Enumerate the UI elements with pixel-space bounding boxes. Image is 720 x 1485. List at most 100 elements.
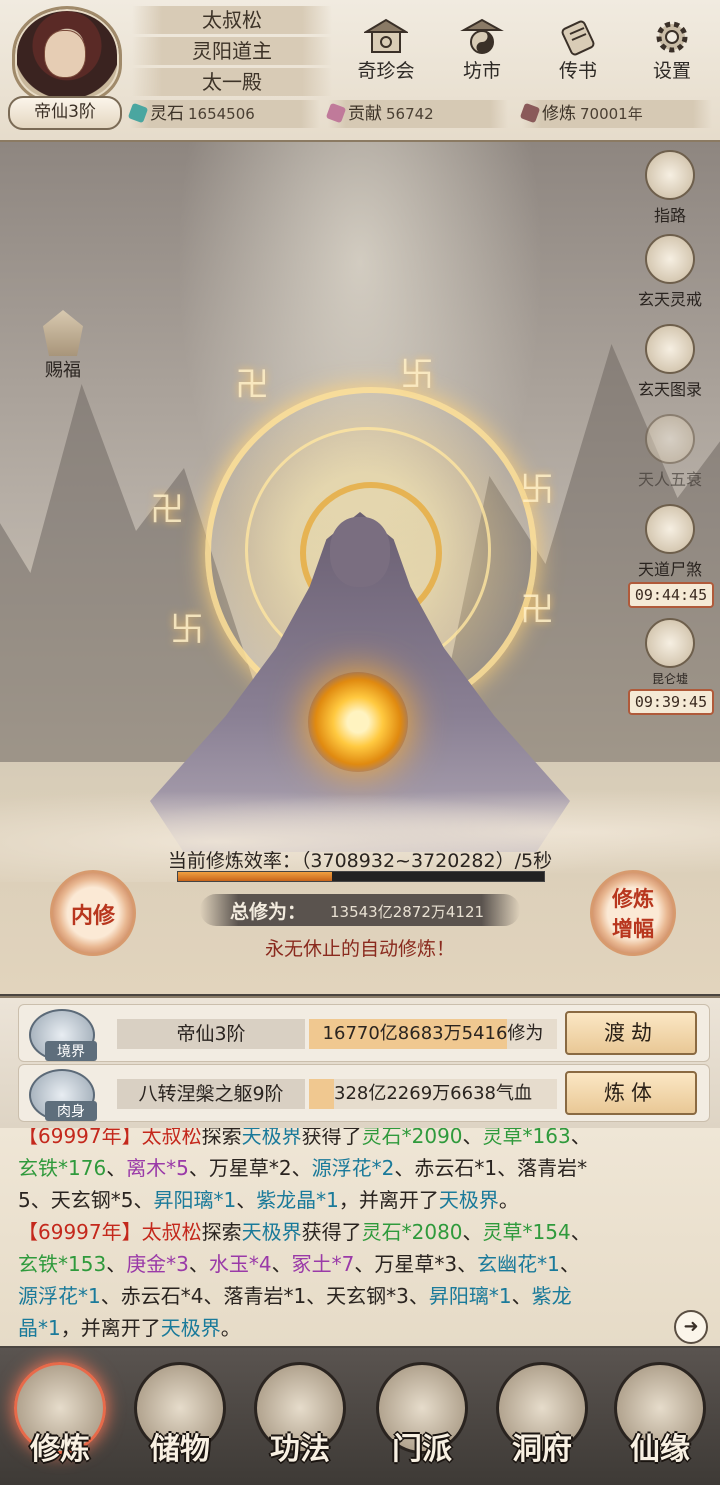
- blessing-label: 赐福: [45, 360, 81, 381]
- cultivation-years-value: 70001年: [580, 105, 643, 123]
- xuantian-ring-label: 玄天灵戒: [637, 290, 702, 309]
- nav-technique[interactable]: 功法: [248, 1362, 352, 1476]
- player-rank-badge: 帝仙3阶: [8, 96, 122, 130]
- avatar-face: [44, 30, 86, 78]
- nav-sect-label: 门派: [392, 1432, 452, 1467]
- spirit-stone-counter: 灵石 1654506: [127, 100, 320, 128]
- body-name: 八转涅槃之躯9阶: [117, 1079, 305, 1109]
- incense-burner-icon: [43, 310, 83, 356]
- body-tag: 肉身: [45, 1101, 97, 1121]
- rune-glyph: 卍: [150, 490, 184, 530]
- player-title: 灵阳道主: [132, 37, 332, 65]
- realm-tag: 境界: [45, 1041, 97, 1061]
- nav-storage[interactable]: 储物: [128, 1362, 232, 1476]
- body-row: 肉身 八转涅槃之躯9阶 328亿2269万6638气血 炼体: [18, 1064, 710, 1122]
- kunlun-ruins-button[interactable]: 昆仑墟 09:39:45: [628, 618, 714, 715]
- body-value: 328亿2269万6638气血: [334, 1083, 532, 1104]
- rune-glyph: 卍: [520, 590, 554, 630]
- log-line: 源浮花*1、赤云石*4、落青岩*1、天玄钢*3、昇阳璃*1、紫龙: [18, 1284, 572, 1308]
- realm-row: 境界 帝仙3阶 16770亿8683万5416修为 渡劫: [18, 1004, 710, 1062]
- buddha-icon: [645, 414, 695, 464]
- market-icon: [460, 18, 504, 54]
- nav-fate-label: 仙缘: [630, 1432, 690, 1467]
- cultivation-years-icon: [519, 102, 541, 124]
- cultivation-efficiency: 当前修炼效率：（3708932~3720282）/5秒: [0, 846, 720, 873]
- efficiency-value: （3708932~3720282）/5秒: [300, 850, 553, 872]
- cultivator-head: [330, 517, 390, 587]
- log-line: 玄铁*153、庚金*3、水玉*4、冢土*7、万星草*3、玄幽花*1、: [18, 1252, 580, 1276]
- log-line: 玄铁*176、离木*5、万星草*2、源浮花*2、赤云石*1、落青岩*: [18, 1156, 588, 1180]
- rune-glyph: 卍: [235, 365, 269, 405]
- nav-cave[interactable]: 洞府: [490, 1362, 594, 1476]
- heaven-corpse-button[interactable]: 天道尸煞 09:44:45: [628, 504, 714, 608]
- nav-sect[interactable]: 门派: [370, 1362, 474, 1476]
- spirit-stone-label: 灵石: [150, 104, 184, 124]
- spirit-stone-value: 1654506: [188, 105, 255, 123]
- xuantian-ring-button[interactable]: 玄天灵戒: [628, 234, 712, 310]
- log-line: 5、天玄钢*5、昇阳璃*1、紫龙晶*1，并离开了天极界。: [18, 1188, 519, 1212]
- log-line: 【69997年】太叔松探索天极界获得了灵石*2090、灵草*163、: [18, 1128, 591, 1148]
- player-name: 太叔松: [132, 6, 332, 34]
- rune-glyph: 卐: [170, 610, 204, 650]
- log-line: 【69997年】太叔松探索天极界获得了灵石*2080、灵草*154、: [18, 1220, 591, 1244]
- contribution-value: 56742: [386, 105, 434, 123]
- xuantian-atlas-label: 玄天图录: [637, 380, 702, 399]
- event-log[interactable]: 【69997年】太叔松探索天极界获得了灵石*2090、灵草*163、 玄铁*17…: [0, 1128, 720, 1346]
- realm-name: 帝仙3阶: [117, 1019, 305, 1049]
- nav-technique-label: 功法: [270, 1432, 330, 1467]
- guide-label: 指路: [653, 206, 686, 225]
- market-label: 坊市: [462, 60, 501, 82]
- letter-label: 传书: [558, 60, 597, 82]
- market-button[interactable]: 坊市: [446, 18, 518, 86]
- gear-icon: [656, 21, 688, 53]
- kunlun-ruins-label: 昆仑墟: [651, 672, 688, 686]
- rune-glyph: 卐: [520, 470, 554, 510]
- xuantian-atlas-button[interactable]: 玄天图录: [628, 324, 712, 400]
- total-cultivation-label: 总修为：: [230, 901, 307, 923]
- efficiency-label: 当前修炼效率：: [167, 850, 301, 872]
- total-cultivation-value: 13543亿2872万4121: [330, 903, 485, 921]
- scroll-letter-icon: [561, 20, 595, 56]
- tribulation-button[interactable]: 渡劫: [565, 1011, 697, 1055]
- demon-mask-icon: [645, 504, 695, 554]
- cultivation-years-counter: 修炼 70001年: [519, 100, 712, 128]
- nav-fate[interactable]: 仙缘: [608, 1362, 712, 1476]
- ring-icon: [645, 234, 695, 284]
- nav-cave-label: 洞府: [512, 1432, 572, 1467]
- realm-progress: 16770亿8683万5416修为: [309, 1019, 557, 1049]
- treasure-pavilion-button[interactable]: 奇珍会: [350, 18, 422, 86]
- contribution-icon: [325, 102, 347, 124]
- auto-cultivation-text: 永无休止的自动修炼！: [264, 938, 455, 960]
- settings-button[interactable]: 设置: [636, 18, 708, 86]
- efficiency-progress-bar: [177, 871, 545, 882]
- five-decays-label: 天人五衰: [637, 470, 702, 489]
- boost-label-line1: 修炼: [612, 886, 654, 911]
- blessing-button[interactable]: 赐福: [28, 310, 98, 382]
- efficiency-progress-fill: [178, 872, 332, 881]
- log-expand-arrow-icon[interactable]: ➜: [674, 1310, 708, 1344]
- body-refine-button[interactable]: 炼体: [565, 1071, 697, 1115]
- treasure-pavilion-icon: [364, 18, 408, 53]
- realm-icon: 境界: [29, 1009, 97, 1061]
- heaven-corpse-label: 天道尸煞: [637, 560, 702, 579]
- pavilion-icon: [645, 618, 695, 668]
- guide-button[interactable]: 指路: [628, 150, 712, 226]
- nav-cultivate[interactable]: 修炼: [8, 1362, 112, 1476]
- rune-glyph: 卐: [400, 355, 434, 395]
- heaven-corpse-timer: 09:44:45: [628, 582, 714, 608]
- body-progress-fill: [309, 1079, 334, 1109]
- cultivation-years-label: 修炼: [542, 104, 576, 124]
- player-sect: 太一殿: [132, 68, 332, 96]
- spirit-stone-icon: [127, 102, 149, 124]
- realm-value: 16770亿8683万5416修为: [322, 1023, 544, 1044]
- log-line: 晶*1，并离开了天极界。: [18, 1316, 241, 1340]
- five-decays-button[interactable]: 天人五衰: [628, 414, 712, 490]
- letter-button[interactable]: 传书: [542, 18, 614, 86]
- contribution-label: 贡献: [348, 104, 382, 124]
- golden-orb: [308, 672, 408, 772]
- scroll-icon: [645, 324, 695, 374]
- guide-mountain-icon: [645, 150, 695, 200]
- treasure-pavilion-label: 奇珍会: [357, 60, 415, 82]
- body-progress: 328亿2269万6638气血: [309, 1079, 557, 1109]
- kunlun-ruins-timer: 09:39:45: [628, 689, 714, 715]
